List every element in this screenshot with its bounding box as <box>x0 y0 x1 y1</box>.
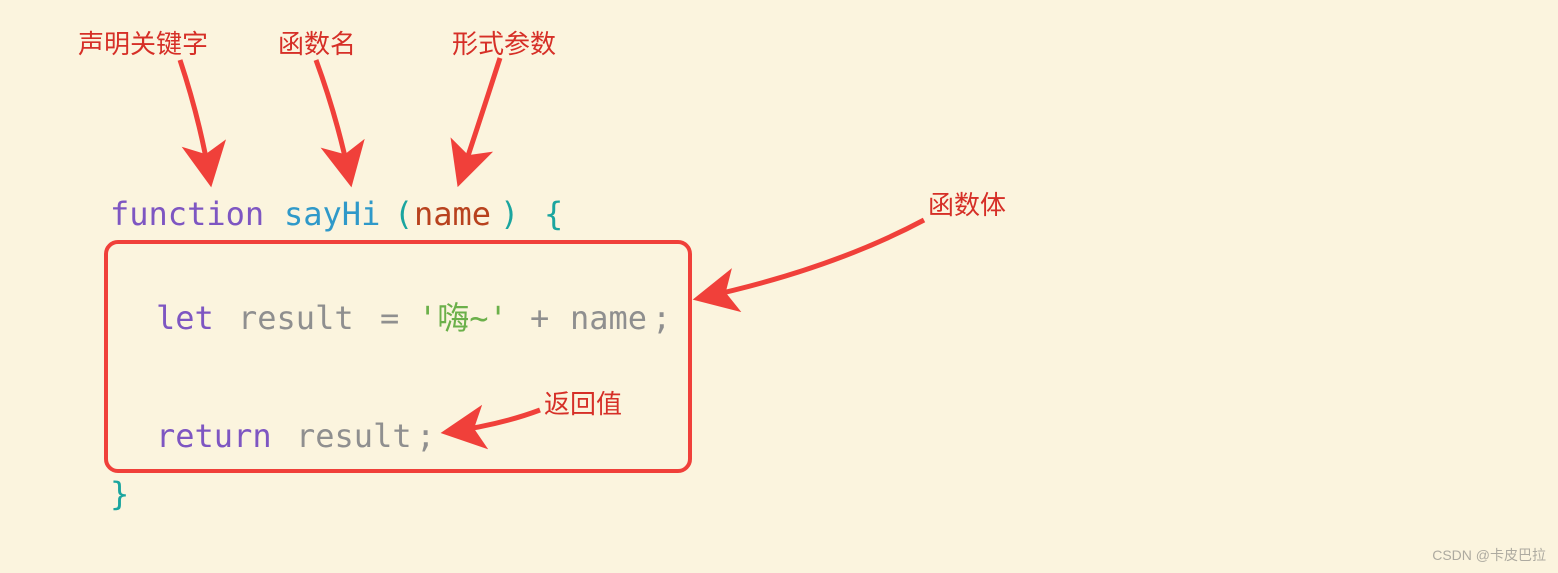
code-function-name: sayHi <box>284 198 380 230</box>
label-keyword: 声明关键字 <box>78 24 208 61</box>
code-semicolon-2: ; <box>416 420 435 452</box>
code-paren-close: ) <box>500 198 519 230</box>
code-var-name-ref: name <box>570 302 647 334</box>
arrow-keyword <box>180 60 210 180</box>
code-var-result: result <box>238 302 354 334</box>
code-operator-plus: + <box>530 302 549 334</box>
code-return-var: result <box>296 420 412 452</box>
label-body: 函数体 <box>928 185 1006 222</box>
code-operator-eq: = <box>380 302 399 334</box>
arrow-funcname <box>316 60 350 180</box>
label-funcname: 函数名 <box>278 24 356 61</box>
diagram-stage: 声明关键字 函数名 形式参数 函数体 返回值 function sayHi ( … <box>0 0 1558 573</box>
code-paren-open: ( <box>394 198 413 230</box>
code-brace-close: } <box>110 478 129 510</box>
arrow-param <box>460 58 500 180</box>
code-keyword-let: let <box>156 302 214 334</box>
watermark: CSDN @卡皮巴拉 <box>1432 545 1546 565</box>
code-param-name: name <box>414 198 491 230</box>
code-string-hi: '嗨~' <box>418 302 508 334</box>
code-brace-open: { <box>544 198 563 230</box>
arrow-body <box>700 220 924 298</box>
code-keyword-return: return <box>156 420 272 452</box>
code-keyword-function: function <box>110 198 264 230</box>
code-semicolon-1: ; <box>652 302 671 334</box>
label-param: 形式参数 <box>452 24 556 61</box>
